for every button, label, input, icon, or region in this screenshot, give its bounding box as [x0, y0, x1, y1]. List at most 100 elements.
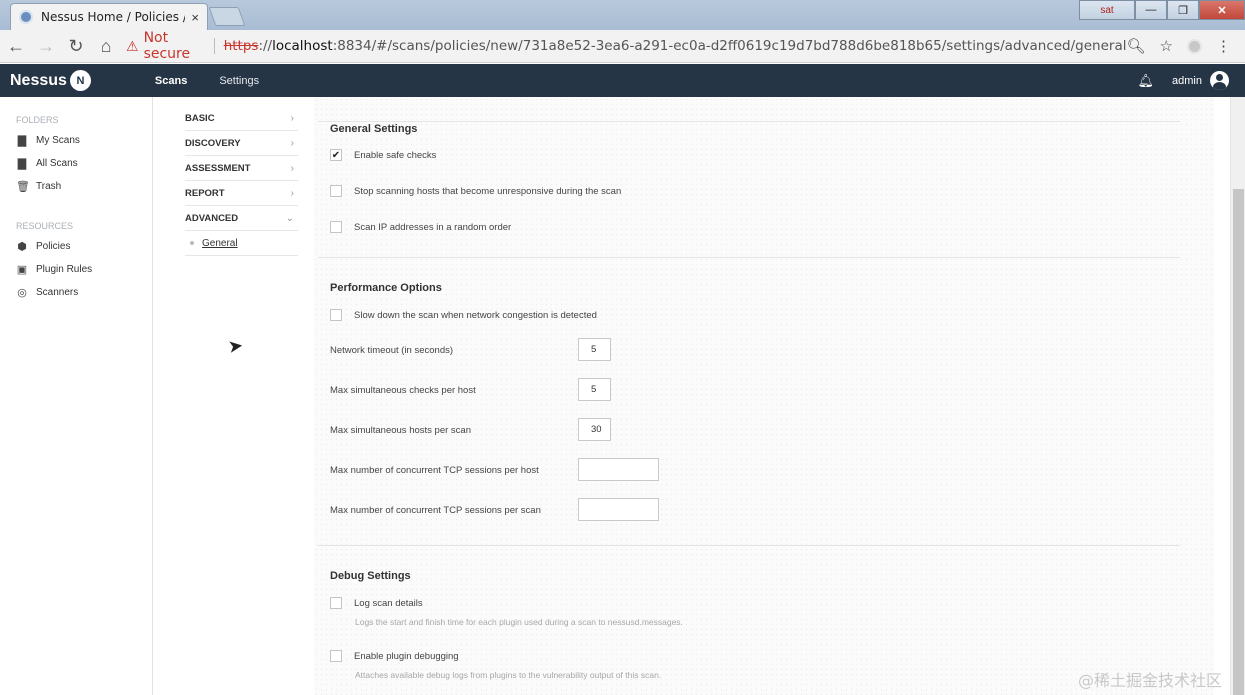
option-label: Slow down the scan when network congesti… [354, 309, 597, 321]
bookmark-star-icon[interactable]: ☆ [1160, 37, 1173, 55]
watermark: @稀土掘金技术社区 [1078, 671, 1223, 690]
url-scheme: https [223, 38, 259, 54]
chevron-right-icon: › [290, 162, 294, 174]
omnibox[interactable]: ⚠ Not secure https://localhost:8834/#/sc… [126, 30, 1127, 62]
option-label: Enable plugin debugging [354, 650, 459, 662]
settings-nav-label: BASIC [185, 112, 215, 124]
option-stop-unresponsive[interactable]: Stop scanning hosts that become unrespon… [330, 185, 621, 197]
option-random-order[interactable]: Scan IP addresses in a random order [330, 221, 511, 233]
sidebar-item-label: Plugin Rules [36, 264, 93, 275]
sidebar-item-my-scans[interactable]: ▇ My Scans [0, 129, 152, 152]
checkbox[interactable] [330, 185, 342, 197]
reload-icon[interactable]: ↻ [62, 32, 90, 60]
max-checks-per-host-input[interactable] [578, 378, 611, 401]
home-icon[interactable]: ⌂ [92, 32, 120, 60]
settings-nav: BASIC › DISCOVERY › ASSESSMENT › REPORT › AD… [185, 106, 298, 256]
checkbox-checked[interactable]: ✔ [330, 149, 342, 161]
sidebar-item-label: Trash [36, 181, 62, 192]
settings-nav-advanced[interactable]: ADVANCED ⌄ [185, 206, 298, 231]
settings-nav-report[interactable]: REPORT › [185, 181, 298, 206]
field-label: Max number of concurrent TCP sessions pe… [330, 465, 539, 476]
folder-icon: ▇ [17, 135, 27, 147]
sidebar-item-trash[interactable]: 🗑︎ Trash [0, 175, 152, 198]
divider [318, 545, 1180, 546]
settings-content: General Settings ✔ Enable safe checks St… [314, 97, 1214, 695]
divider [318, 121, 1180, 122]
settings-nav-discovery[interactable]: DISCOVERY › [185, 131, 298, 156]
bell-icon[interactable]: 🔔︎ [1138, 73, 1155, 89]
user-name[interactable]: admin [1172, 75, 1202, 87]
new-tab-button[interactable] [208, 7, 246, 26]
menu-kebab-icon[interactable]: ⋮ [1216, 37, 1231, 55]
bullet-icon [190, 241, 194, 245]
avatar-icon[interactable] [1210, 71, 1229, 90]
sidebar: FOLDERS ▇ My Scans ▇ All Scans 🗑︎ Trash … [0, 97, 153, 695]
forward-arrow-icon[interactable]: → [32, 32, 60, 60]
maximize-button[interactable]: ❐ [1167, 0, 1199, 20]
tab-title: Nessus Home / Policies / [41, 10, 186, 24]
field-label: Network timeout (in seconds) [330, 345, 454, 356]
url-path: :8834/#/scans/policies/new/731a8e52-3ea6… [332, 38, 1127, 54]
extension-icon[interactable] [1187, 38, 1202, 54]
tcp-sessions-per-host-input[interactable] [578, 458, 659, 481]
sidebar-item-label: Policies [36, 241, 71, 252]
logo-text: Nessus [10, 71, 67, 89]
chevron-right-icon: › [290, 137, 294, 149]
option-log-scan-details[interactable]: Log scan details [330, 597, 423, 609]
profile-button[interactable]: sat [1079, 0, 1135, 20]
performance-options-title: Performance Options [330, 282, 442, 294]
field-label: Max simultaneous hosts per scan [330, 425, 471, 436]
option-help-text: Attaches available debug logs from plugi… [355, 670, 662, 680]
option-plugin-debugging[interactable]: Enable plugin debugging [330, 650, 459, 662]
url-text[interactable]: https://localhost:8834/#/scans/policies/… [224, 38, 1127, 54]
zoom-search-icon[interactable]: 🔍︎ [1127, 37, 1146, 55]
sidebar-item-scanners[interactable]: ◎ Scanners [0, 281, 152, 304]
chevron-down-icon: ⌄ [285, 212, 294, 224]
sidebar-item-policies[interactable]: ⬢ Policies [0, 235, 152, 258]
app-header: Nessus N Scans Settings 🔔︎ admin [0, 64, 1245, 97]
max-hosts-per-scan-input[interactable] [578, 418, 611, 441]
minimize-button[interactable]: — [1135, 0, 1167, 20]
sidebar-item-all-scans[interactable]: ▇ All Scans [0, 152, 152, 175]
tab-close-icon[interactable]: × [191, 10, 199, 25]
resources-heading: RESOURCES [16, 221, 74, 231]
browser-titlebar: Nessus Home / Policies / × sat — ❐ ✕ [0, 0, 1245, 30]
tcp-sessions-per-scan-input[interactable] [578, 498, 659, 521]
network-timeout-input[interactable] [578, 338, 611, 361]
warning-icon: ⚠ [126, 37, 139, 54]
browser-tab[interactable]: Nessus Home / Policies / × [10, 3, 208, 30]
trash-icon: 🗑︎ [16, 181, 30, 193]
checkbox[interactable] [330, 650, 342, 662]
option-slow-down[interactable]: Slow down the scan when network congesti… [330, 309, 597, 321]
settings-nav-label: ASSESSMENT [185, 162, 251, 174]
sidebar-item-plugin-rules[interactable]: ▣ Plugin Rules [0, 258, 152, 281]
checkbox[interactable] [330, 309, 342, 321]
settings-nav-general[interactable]: General [185, 231, 298, 256]
header-user-area: 🔔︎ admin [1138, 64, 1229, 97]
omnibox-divider [213, 38, 215, 54]
back-arrow-icon[interactable]: ← [2, 32, 30, 60]
checkbox[interactable] [330, 221, 342, 233]
option-label: Stop scanning hosts that become unrespon… [354, 185, 622, 197]
omnibox-actions: 🔍︎ ☆ ⋮ [1127, 37, 1232, 55]
not-secure-label[interactable]: Not secure [144, 30, 205, 62]
option-enable-safe-checks[interactable]: ✔ Enable safe checks [330, 149, 436, 161]
checkbox[interactable] [330, 597, 342, 609]
nessus-favicon-icon [19, 10, 33, 24]
settings-nav-label: REPORT [185, 187, 225, 199]
plugin-rules-icon: ▣ [16, 264, 28, 276]
folders-heading: FOLDERS [16, 115, 59, 125]
page-scrollbar[interactable] [1230, 97, 1245, 695]
nav-scans[interactable]: Scans [155, 75, 187, 87]
settings-nav-label: ADVANCED [185, 212, 239, 224]
shield-icon: ⬢ [17, 241, 27, 253]
folder-icon: ▇ [17, 158, 27, 170]
nessus-logo[interactable]: Nessus N [10, 70, 91, 91]
settings-nav-assessment[interactable]: ASSESSMENT › [185, 156, 298, 181]
option-label: Enable safe checks [354, 149, 437, 161]
scrollbar-thumb[interactable] [1233, 189, 1244, 695]
option-label: Log scan details [354, 597, 423, 609]
nav-settings[interactable]: Settings [219, 75, 259, 87]
close-window-button[interactable]: ✕ [1199, 0, 1245, 20]
settings-nav-basic[interactable]: BASIC › [185, 106, 298, 131]
